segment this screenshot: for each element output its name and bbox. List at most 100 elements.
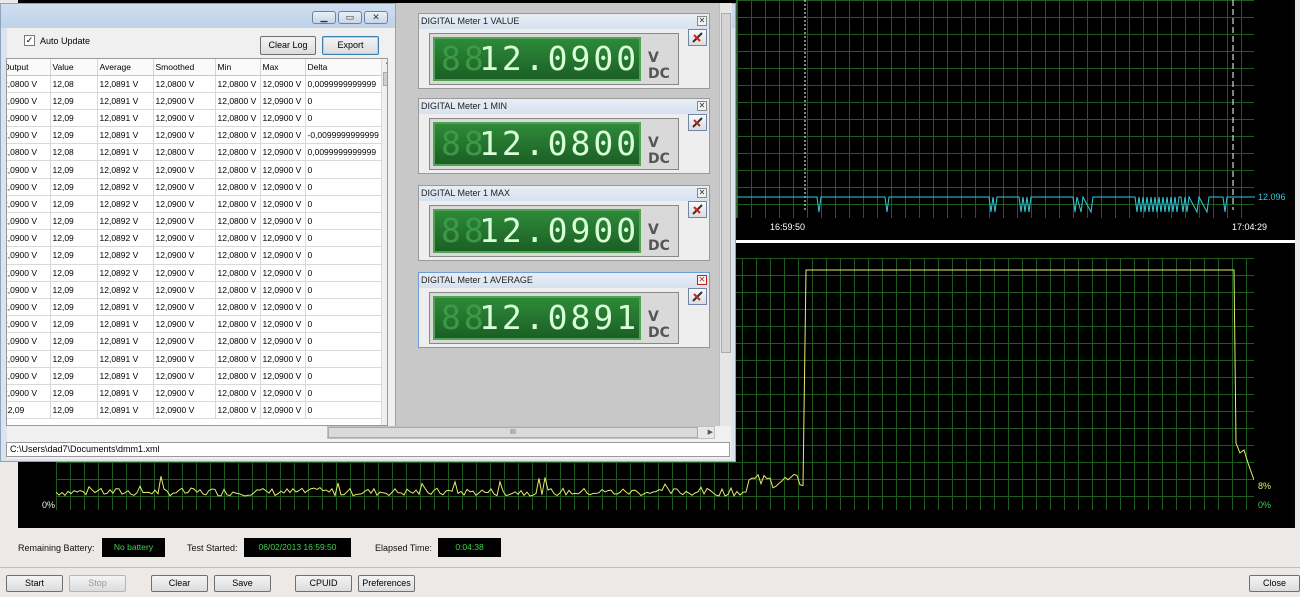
table-cell: 12,09 [7,401,51,420]
table-row[interactable]: 2,0900 V 12,09 12,0891 V 12,0900 V 12,0800 V… [7,126,382,145]
table-cell: 12,0892 V [97,178,154,196]
table-row[interactable]: 2,0900 V 12,09 12,0892 V 12,0900 V 12,0800 V… [7,246,382,265]
table-cell: 12,0800 V [215,75,261,93]
restore-icon[interactable]: ▭ [338,11,362,24]
lcd-readout: 88 12.0891 [433,296,641,340]
column-header[interactable]: Max [260,59,306,76]
lcd-readout: 88 12.0900 [433,37,641,81]
scroll-right-icon[interactable]: ▶ [708,427,713,438]
meter-settings-icon[interactable] [688,29,707,46]
column-header[interactable]: Delta [305,59,382,76]
table-cell: 12,08 [50,143,98,162]
table-row[interactable]: 2,0900 V 12,09 12,0892 V 12,0900 V 12,0800 V… [7,195,382,214]
table-cell: 12,0900 V [260,75,306,93]
table-cell: 12,09 [50,298,98,317]
table-cell: 12,0800 V [215,315,261,334]
table-row[interactable]: 2,0800 V 12,08 12,0891 V 12,0800 V 12,0800 V… [7,143,382,162]
meter-scroll-thumb[interactable] [721,13,731,353]
table-cell: 12,0891 V [97,332,154,351]
table-cell: 12,09 [50,332,98,351]
table-row[interactable]: 2,0900 V 12,09 12,0892 V 12,0900 V 12,0800 V… [7,281,382,299]
table-cell: 2,0900 V [7,109,51,128]
table-row[interactable]: 2,0900 V 12,09 12,0891 V 12,0900 V 12,0800 V… [7,384,382,403]
column-header[interactable]: Smoothed [153,59,216,76]
table-cell: 12,09 [50,160,98,179]
table-cell: 2,0900 V [7,315,51,334]
table-row[interactable]: 2,0900 V 12,09 12,0891 V 12,0900 V 12,0800 V… [7,367,382,385]
table-row[interactable]: 2,0900 V 12,09 12,0892 V 12,0900 V 12,0800 V… [7,264,382,282]
table-row[interactable]: 2,0900 V 12,09 12,0892 V 12,0900 V 12,0800 V… [7,229,382,248]
table-row[interactable]: 2,0900 V 12,09 12,0891 V 12,0900 V 12,0800 V… [7,298,382,317]
meter-vertical-scrollbar[interactable] [719,3,732,426]
clear-button[interactable]: Clear [151,575,208,592]
cpu-current-label: 8% [1258,481,1272,491]
stop-button[interactable]: Stop [69,575,126,592]
table-cell: 12,09 [50,350,98,368]
log-table-header: OutputValueAverageSmoothedMinMaxDelta [7,59,382,76]
table-cell: 2,0900 V [7,212,51,231]
export-button[interactable]: Export [322,36,379,55]
time-start-label: 16:59:50 [770,222,806,232]
checkbox-check-icon[interactable]: ✓ [24,35,35,46]
column-header[interactable]: Value [50,59,98,76]
meter-close-icon[interactable]: ✕ [697,188,707,198]
voltage-trace [737,195,1255,214]
table-cell: 12,0892 V [97,229,154,248]
column-header[interactable]: Average [97,59,154,76]
horizontal-scrollbar[interactable]: III ▶ [327,426,715,439]
column-header[interactable]: Output [7,59,51,76]
auto-update-checkbox[interactable]: ✓ Auto Update [24,35,90,46]
table-cell: 12,0900 V [153,126,216,145]
table-row[interactable]: 2,0900 V 12,09 12,0892 V 12,0900 V 12,0800 V… [7,160,382,179]
meter-title: DIGITAL Meter 1 MAX [419,186,709,201]
table-cell: 12,0800 V [215,195,261,214]
scroll-up-icon[interactable]: ▲ [382,59,387,71]
scroll-thumb[interactable] [383,72,387,86]
table-cell: 12,0892 V [97,264,154,282]
table-cell: 12,0900 V [260,178,306,196]
table-cell: 12,0900 V [260,229,306,248]
column-header[interactable]: Min [215,59,261,76]
table-row[interactable]: 2,0900 V 12,09 12,0891 V 12,0900 V 12,0800 V… [7,350,382,368]
meter-close-icon[interactable]: ✕ [697,275,707,285]
meter-settings-icon[interactable] [688,201,707,218]
table-cell: 0 [305,178,382,196]
table-cell: 12,0900 V [153,109,216,128]
meter-settings-icon[interactable] [688,288,707,305]
meter-close-icon[interactable]: ✕ [697,16,707,26]
save-button[interactable]: Save [214,575,271,592]
clear-log-button[interactable]: Clear Log [260,36,316,55]
table-row[interactable]: 2,0900 V 12,09 12,0892 V 12,0900 V 12,0800 V… [7,212,382,231]
table-cell: 12,0900 V [260,246,306,265]
start-button[interactable]: Start [6,575,63,592]
close-window-icon[interactable]: ✕ [364,11,388,24]
table-vertical-scrollbar[interactable]: ▲ [381,59,387,425]
table-row[interactable]: 2,0900 V 12,09 12,0892 V 12,0900 V 12,0800 V… [7,178,382,196]
table-cell: 12,09 [50,281,98,299]
table-cell: 12,0900 V [260,315,306,334]
table-row[interactable]: 2,0900 V 12,09 12,0891 V 12,0900 V 12,0800 V… [7,92,382,110]
cpuid-button[interactable]: CPUID [295,575,352,592]
table-cell: 12,0900 V [260,92,306,110]
meter-reading: 12.0891 [479,298,640,337]
meter-average: DIGITAL Meter 1 AVERAGE ✕ 88 12.0891 V DC [418,272,710,348]
meter-close-icon[interactable]: ✕ [697,101,707,111]
minimize-icon[interactable]: ▁ [312,11,336,24]
table-cell: 12,0800 V [215,178,261,196]
hscroll-thumb[interactable]: III [328,427,698,438]
close-button[interactable]: Close [1249,575,1300,592]
table-cell: 12,0800 V [153,143,216,162]
table-cell: 0 [305,315,382,334]
table-row[interactable]: 2,0800 V 12,08 12,0891 V 12,0800 V 12,0800 V… [7,75,382,93]
meter-settings-icon[interactable] [688,114,707,131]
meter-value: DIGITAL Meter 1 VALUE ✕ 88 12.0900 V DC [418,13,710,89]
table-row[interactable]: 2,0900 V 12,09 12,0891 V 12,0900 V 12,0800 V… [7,109,382,128]
table-cell: 0 [305,401,382,420]
table-row[interactable]: 2,0900 V 12,09 12,0891 V 12,0900 V 12,0800 V… [7,315,382,334]
table-cell: 12,09 [50,92,98,110]
table-row[interactable]: 2,0900 V 12,09 12,0891 V 12,0900 V 12,0800 V… [7,332,382,351]
table-row[interactable]: 12,0912,0912,0891 V12,0900 V12,0800 V12,… [7,401,382,420]
table-cell: 0 [305,384,382,403]
preferences-button[interactable]: Preferences [358,575,415,592]
table-cell: 2,0900 V [7,298,51,317]
